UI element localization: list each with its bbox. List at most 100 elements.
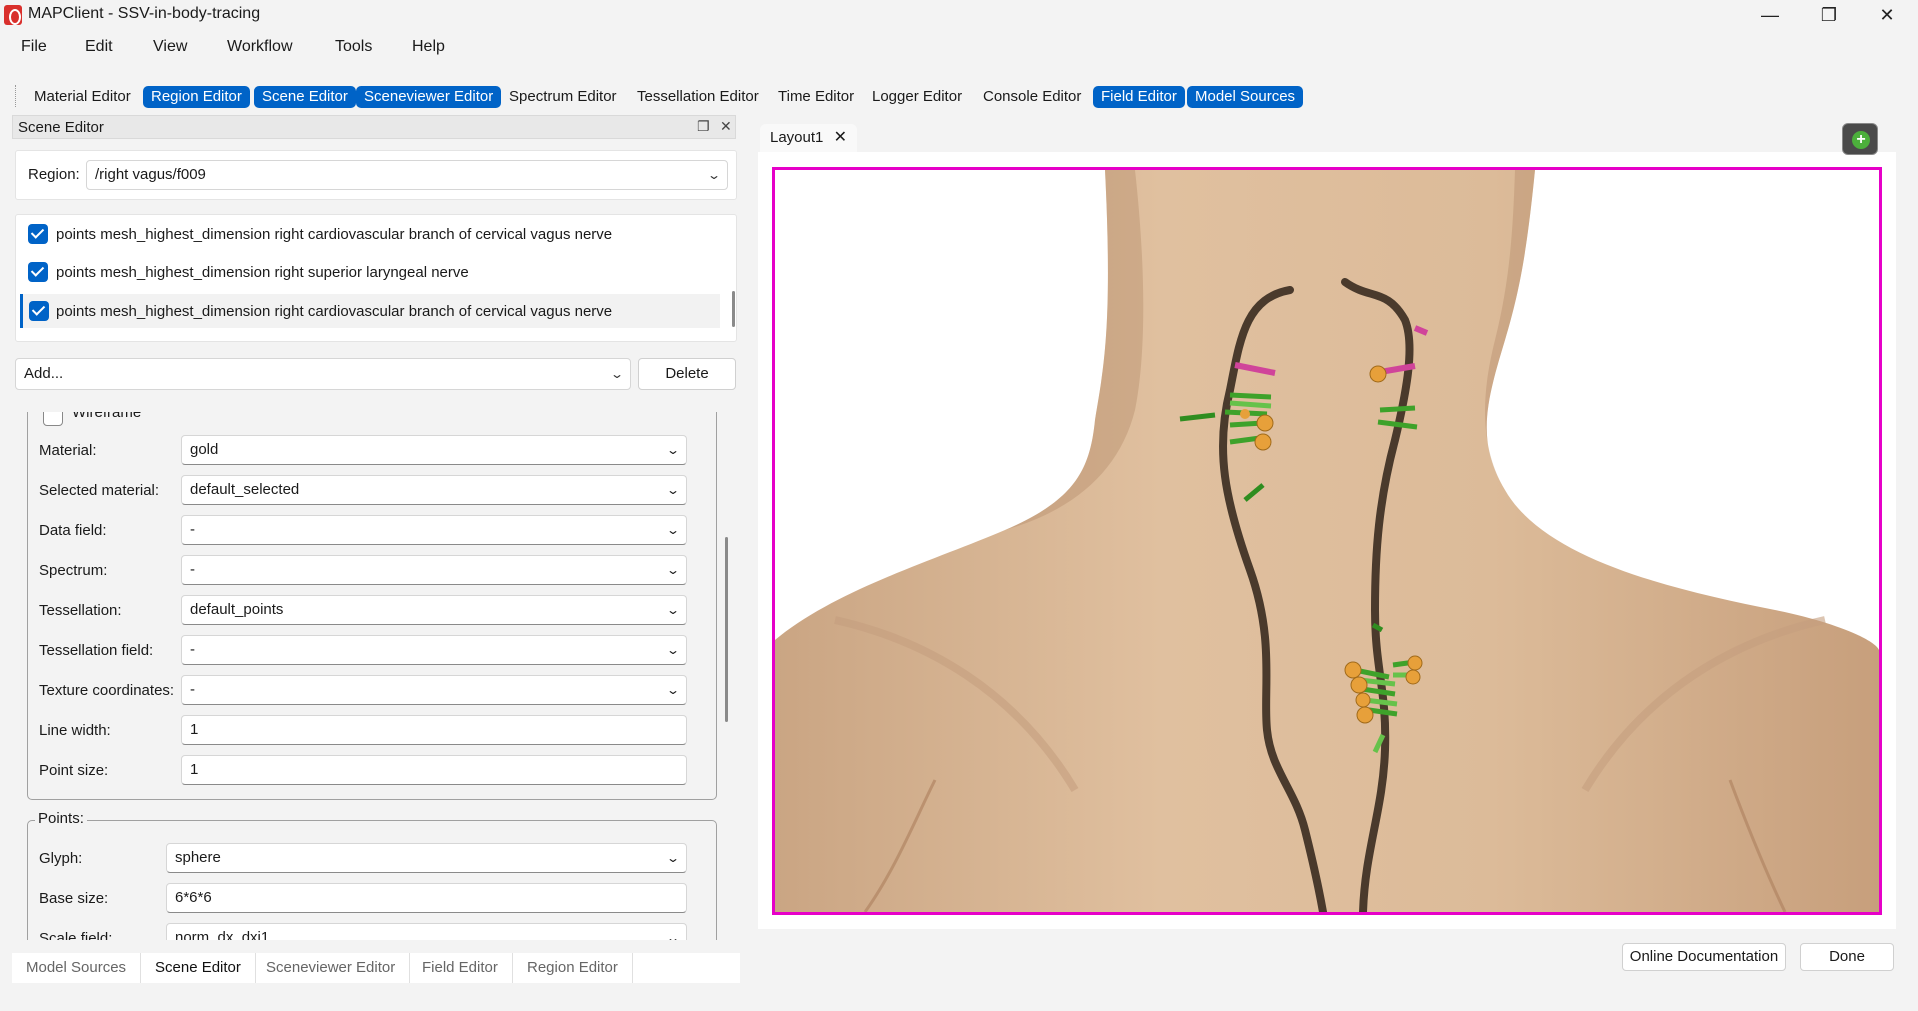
toolbar-console-editor[interactable]: Console Editor — [975, 86, 1089, 108]
scale-field-value: norm_dx_dxi1 — [175, 929, 270, 940]
layout-tab-label: Layout1 — [770, 129, 824, 146]
graphics-item-label: points mesh_highest_dimension right card… — [56, 303, 613, 320]
visibility-checkbox[interactable] — [28, 262, 48, 282]
chevron-down-icon: ⌄ — [665, 483, 681, 497]
base-size-input[interactable]: 6*6*6 — [166, 883, 687, 913]
tessellation-field-value: - — [190, 641, 195, 658]
chevron-down-icon: ⌄ — [665, 563, 681, 577]
body-silhouette — [775, 170, 1879, 912]
menu-help[interactable]: Help — [412, 38, 445, 56]
delete-button[interactable]: Delete — [638, 358, 736, 390]
selected-material-label: Selected material: — [39, 482, 160, 499]
material-label: Material: — [39, 442, 97, 459]
toolbar-tessellation-editor[interactable]: Tessellation Editor — [629, 86, 767, 108]
tab-model-sources[interactable]: Model Sources — [12, 953, 142, 983]
region-panel: Region: /right vagus/f009 ⌄ — [15, 150, 737, 200]
visibility-checkbox[interactable] — [29, 301, 49, 321]
properties-scroll-area: Wireframe Material: gold ⌄ Selected mater… — [15, 412, 737, 940]
toolbar-field-editor[interactable]: Field Editor — [1093, 86, 1185, 108]
chevron-down-icon: ⌄ — [706, 168, 722, 182]
title-bar: MAPClient - SSV-in-body-tracing — ❐ ✕ — [0, 0, 1918, 30]
dock-tab-bar: Model Sources Scene Editor Sceneviewer E… — [12, 953, 740, 983]
glyph-value: sphere — [175, 849, 221, 866]
toolbar-time-editor[interactable]: Time Editor — [770, 86, 862, 108]
tab-field-editor[interactable]: Field Editor — [408, 953, 513, 983]
tab-sceneviewer-editor[interactable]: Sceneviewer Editor — [252, 953, 411, 983]
line-width-value: 1 — [190, 721, 199, 738]
visibility-checkbox[interactable] — [28, 224, 48, 244]
toolbar-model-sources[interactable]: Model Sources — [1187, 86, 1304, 108]
tessellation-select[interactable]: default_points ⌄ — [181, 595, 687, 625]
menu-view[interactable]: View — [153, 38, 187, 56]
menu-edit[interactable]: Edit — [85, 38, 113, 56]
app-logo-icon — [4, 5, 22, 25]
scale-field-select[interactable]: norm_dx_dxi1 ⌄ — [166, 923, 687, 940]
list-scrollbar[interactable] — [732, 291, 735, 327]
selected-material-value: default_selected — [190, 481, 300, 498]
menu-tools[interactable]: Tools — [335, 38, 372, 56]
spectrum-value: - — [190, 561, 195, 578]
points-group — [27, 820, 717, 940]
chevron-down-icon: ⌄ — [665, 643, 681, 657]
add-layout-button[interactable]: + — [1842, 123, 1878, 155]
scene-viewport[interactable] — [772, 167, 1882, 915]
chevron-down-icon: ⌄ — [665, 523, 681, 537]
plus-icon: + — [1852, 131, 1870, 149]
point-size-input[interactable]: 1 — [181, 755, 687, 785]
toolbar-sceneviewer-editor[interactable]: Sceneviewer Editor — [356, 86, 502, 108]
online-documentation-button[interactable]: Online Documentation — [1622, 943, 1786, 971]
chevron-down-icon: ⌄ — [665, 851, 681, 865]
scene-editor-dock-title: Scene Editor ❐ ✕ — [12, 115, 736, 139]
close-tab-icon[interactable]: ✕ — [834, 129, 847, 146]
point-size-value: 1 — [190, 761, 199, 778]
material-value: gold — [190, 441, 219, 458]
tab-scene-editor[interactable]: Scene Editor — [141, 953, 256, 983]
tab-region-editor[interactable]: Region Editor — [513, 953, 633, 983]
done-button[interactable]: Done — [1800, 943, 1894, 971]
properties-scrollbar[interactable] — [725, 537, 728, 722]
toolbar-region-editor[interactable]: Region Editor — [143, 86, 250, 108]
glyph-select[interactable]: sphere ⌄ — [166, 843, 687, 873]
scale-field-label: Scale field: — [39, 930, 113, 940]
graphics-item-label: points mesh_highest_dimension right supe… — [56, 264, 469, 281]
minimize-icon[interactable]: — — [1741, 0, 1799, 30]
tessellation-field-select[interactable]: - ⌄ — [181, 635, 687, 665]
wireframe-checkbox[interactable] — [43, 412, 63, 426]
close-icon[interactable]: ✕ — [1858, 0, 1916, 30]
anatomy-render — [775, 170, 1879, 912]
line-width-input[interactable]: 1 — [181, 715, 687, 745]
region-select[interactable]: /right vagus/f009 ⌄ — [86, 160, 728, 190]
float-dock-icon[interactable]: ❐ — [697, 118, 710, 135]
tessellation-value: default_points — [190, 601, 284, 618]
add-graphics-select[interactable]: Add... ⌄ — [15, 358, 631, 390]
toolbar-material-editor[interactable]: Material Editor — [26, 86, 139, 108]
toolbar-logger-editor[interactable]: Logger Editor — [864, 86, 970, 108]
chevron-down-icon: ⌄ — [665, 443, 681, 457]
points-group-title: Points: — [35, 810, 87, 827]
texture-coordinates-label: Texture coordinates: — [39, 682, 175, 699]
spectrum-select[interactable]: - ⌄ — [181, 555, 687, 585]
dock-title-text: Scene Editor — [18, 119, 104, 136]
chevron-down-icon: ⌄ — [665, 683, 681, 697]
point-size-label: Point size: — [39, 762, 109, 779]
base-size-value: 6*6*6 — [175, 889, 212, 906]
list-item-selected[interactable]: points mesh_highest_dimension right card… — [20, 294, 720, 328]
tessellation-field-label: Tessellation field: — [39, 642, 154, 659]
menu-file[interactable]: File — [21, 38, 47, 56]
data-field-label: Data field: — [39, 522, 107, 539]
toolbar-grip[interactable] — [15, 85, 17, 107]
maximize-icon[interactable]: ❐ — [1800, 0, 1858, 30]
texture-coordinates-select[interactable]: - ⌄ — [181, 675, 687, 705]
tab-layout1[interactable]: Layout1 ✕ — [760, 124, 857, 152]
selected-material-select[interactable]: default_selected ⌄ — [181, 475, 687, 505]
chevron-down-icon: ⌄ — [665, 931, 681, 940]
menu-workflow[interactable]: Workflow — [227, 38, 293, 56]
toolbar-spectrum-editor[interactable]: Spectrum Editor — [501, 86, 625, 108]
region-value: /right vagus/f009 — [95, 166, 206, 183]
close-dock-icon[interactable]: ✕ — [720, 118, 732, 135]
graphics-list: points mesh_highest_dimension right card… — [15, 214, 737, 342]
glyph-label: Glyph: — [39, 850, 83, 867]
material-select[interactable]: gold ⌄ — [181, 435, 687, 465]
toolbar-scene-editor[interactable]: Scene Editor — [254, 86, 356, 108]
data-field-select[interactable]: - ⌄ — [181, 515, 687, 545]
